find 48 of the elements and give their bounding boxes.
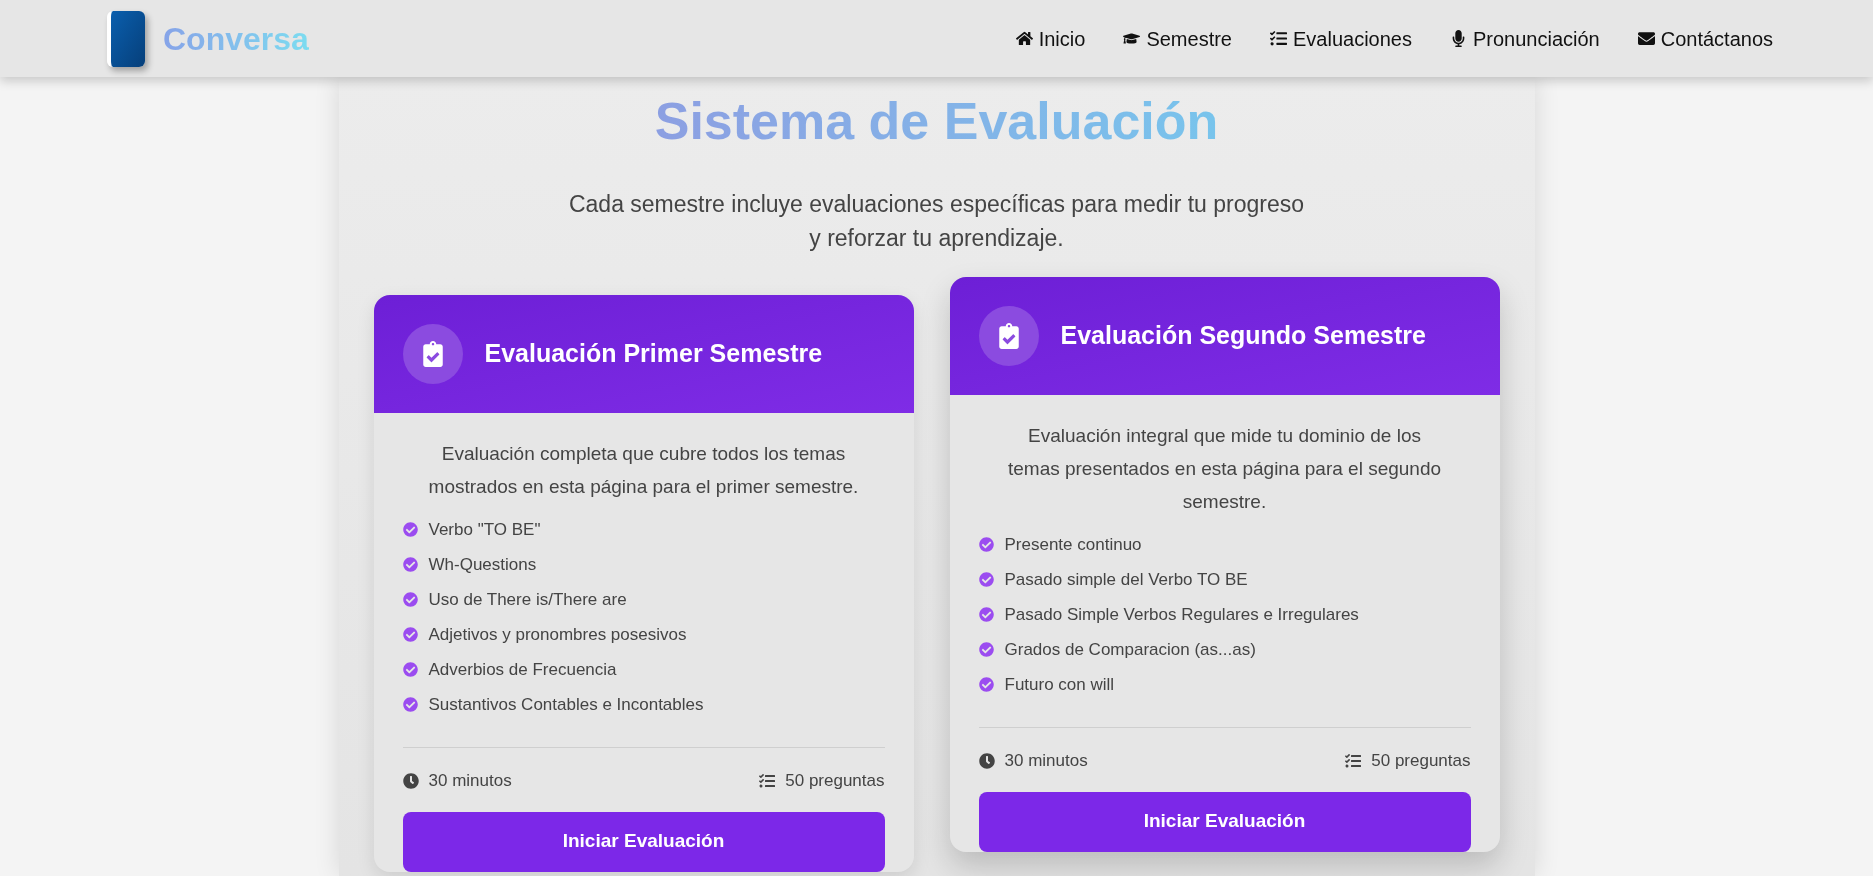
topic-text: Verbo "TO BE": [428, 519, 541, 540]
section-subtitle: Cada semestre incluye evaluaciones específicas para medir tu progreso: [568, 190, 1305, 219]
nav-link[interactable]: Evaluaciones: [1270, 23, 1412, 54]
clock-icon: [402, 772, 419, 789]
nav-link[interactable]: Semestre: [1123, 23, 1232, 54]
check-icon: [978, 677, 994, 692]
topic-text: Adverbios de Frecuencia: [428, 659, 617, 680]
checklist-icon: [759, 772, 776, 789]
home-icon: [1015, 30, 1033, 47]
card-title: Evaluación Segundo Semestre: [1060, 320, 1426, 352]
check-icon: [402, 662, 418, 677]
check-icon: [978, 572, 994, 587]
check-icon: [978, 607, 994, 622]
envelope-icon: [1637, 30, 1655, 47]
check-icon: [402, 592, 418, 607]
nav-link[interactable]: Inicio: [1015, 23, 1086, 54]
topic-text: Futuro con will: [1004, 674, 1115, 695]
start-evaluation-button[interactable]: Iniciar Evaluación: [402, 811, 885, 872]
check-icon: [978, 537, 994, 552]
section-subtitle: y reforzar tu aprendizaje.: [809, 224, 1064, 253]
duration-text: 30 minutos: [428, 770, 512, 792]
topic-text: Pasado Simple Verbos Regulares e Irregulares: [1004, 604, 1359, 625]
check-icon: [978, 642, 994, 657]
topic-text: Adjetivos y pronombres posesivos: [428, 624, 687, 645]
card-description: Evaluación integral que mide tu dominio de los temas presentados en esta página para el segundo semestre.: [1006, 424, 1443, 514]
graduation-cap-icon: [1123, 30, 1141, 47]
topic-text: Wh-Questions: [428, 554, 537, 575]
check-icon: [402, 522, 418, 537]
checklist-icon: [1345, 752, 1362, 769]
questions-count: 50 preguntas: [785, 770, 885, 792]
nav-link[interactable]: Pronunciación: [1449, 23, 1600, 54]
checklist-icon: [1270, 30, 1287, 47]
topic-text: Uso de There is/There are: [428, 589, 627, 610]
check-icon: [402, 697, 418, 712]
clock-icon: [978, 752, 995, 769]
book-logo-icon: [107, 10, 145, 67]
duration-text: 30 minutos: [1004, 750, 1088, 772]
questions-count: 50 preguntas: [1371, 750, 1471, 772]
topic-text: Pasado simple del Verbo TO BE: [1004, 569, 1248, 590]
check-icon: [402, 627, 418, 642]
topic-text: Grados de Comparacion (as...as): [1004, 639, 1256, 660]
nav-link[interactable]: Contáctanos: [1637, 23, 1773, 54]
topic-text: Sustantivos Contables e Incontables: [428, 694, 704, 715]
topic-text: Presente continuo: [1004, 534, 1142, 555]
card-title: Evaluación Primer Semestre: [484, 338, 823, 370]
card-description: Evaluación completa que cubre todos los temas mostrados en esta página para el primer semestre.: [427, 442, 860, 499]
start-evaluation-button[interactable]: Iniciar Evaluación: [978, 791, 1471, 852]
check-icon: [402, 557, 418, 572]
